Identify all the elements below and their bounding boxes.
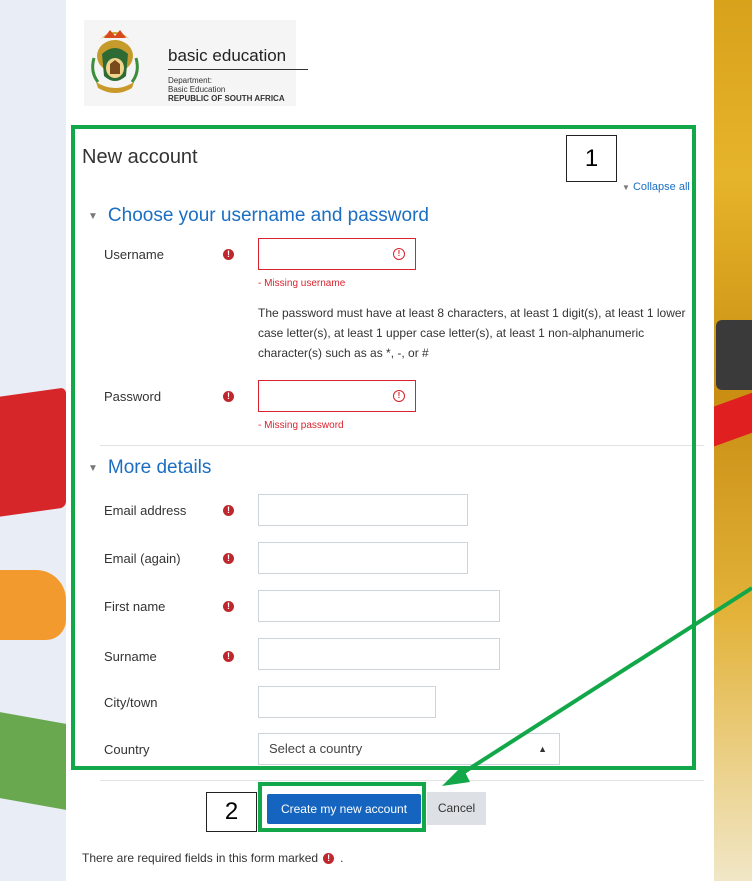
coat-of-arms-icon <box>91 30 139 93</box>
brand-title: basic education <box>168 46 308 70</box>
brand-dept-line3: REPUBLIC OF SOUTH AFRICA <box>168 94 285 103</box>
brand-department: Department: Basic Education REPUBLIC OF … <box>168 76 285 103</box>
required-note-text: There are required fields in this form m… <box>82 851 319 865</box>
annotation-box-1 <box>71 125 696 770</box>
required-fields-note: There are required fields in this form m… <box>82 851 343 865</box>
decorative-orange-shape <box>0 570 66 640</box>
annotation-label-1: 1 <box>566 135 617 182</box>
decorative-dark-shape <box>716 320 752 390</box>
divider <box>100 780 704 781</box>
required-note-end: . <box>340 851 344 865</box>
annotation-label-2: 2 <box>206 792 257 832</box>
cancel-button[interactable]: Cancel <box>427 792 486 825</box>
annotation-box-2 <box>258 782 426 832</box>
decorative-red-shape <box>0 387 66 517</box>
brand-dept-line2: Basic Education <box>168 85 226 94</box>
brand-dept-line1: Department: <box>168 76 213 85</box>
decorative-green-shape <box>0 712 66 810</box>
department-logo: basic education Department: Basic Educat… <box>84 20 308 106</box>
required-icon: ! <box>323 852 335 864</box>
